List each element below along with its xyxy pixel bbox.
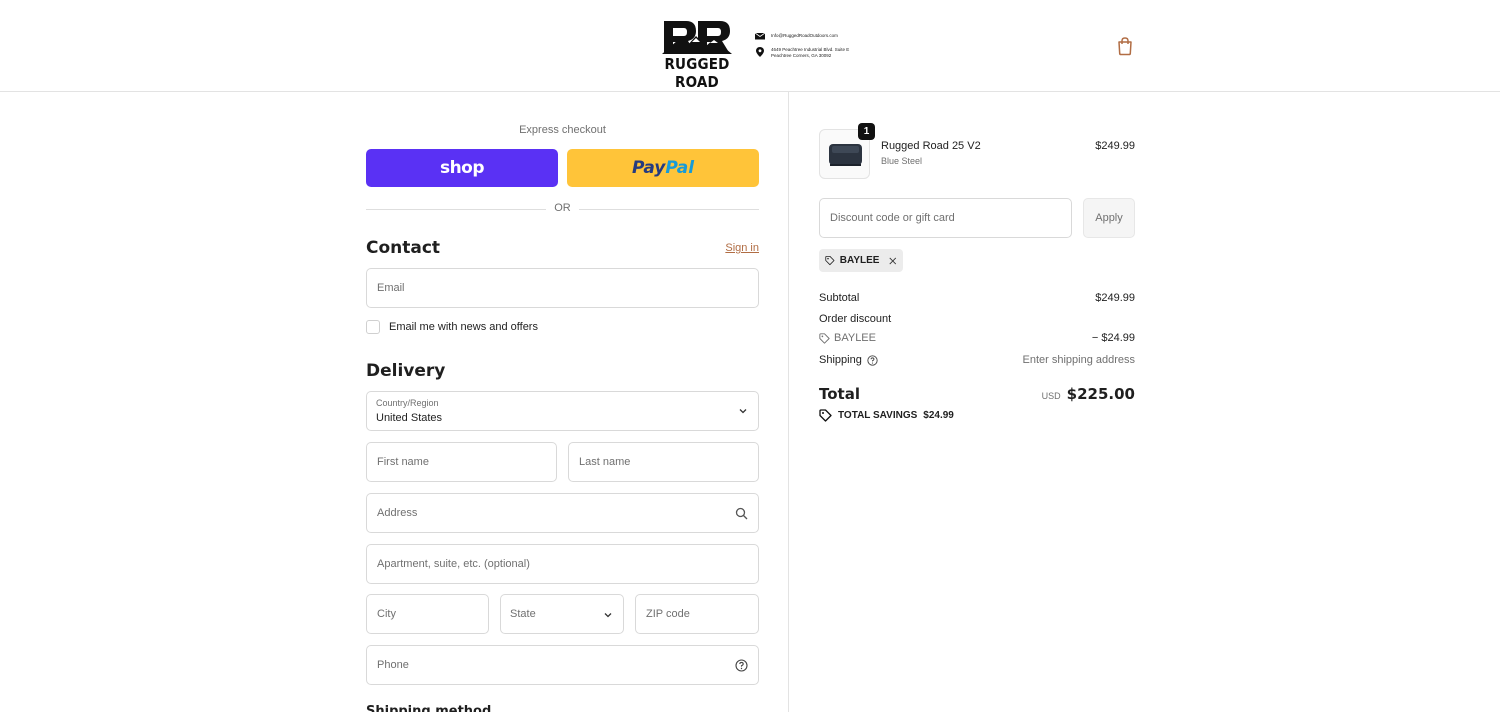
product-thumbnail: 1 [819, 123, 875, 179]
product-name: Rugged Road 25 V2 [881, 140, 981, 152]
first-name-field[interactable] [366, 442, 557, 482]
paypal-label-pay: Pay [631, 158, 666, 178]
discount-code-row: BAYLEE − $24.99 [819, 332, 1135, 344]
savings-value: $24.99 [923, 410, 954, 421]
express-checkout-title: Express checkout [519, 124, 606, 136]
shop-pay-button[interactable]: shop [366, 149, 558, 187]
zip-field[interactable] [635, 594, 759, 634]
paypal-label-pal: Pal [665, 158, 695, 178]
newsletter-option[interactable]: Email me with news and offers [366, 320, 538, 334]
header-email: Info@RuggedRoadOutdoors.com [771, 33, 838, 38]
total-label: Total [819, 385, 860, 403]
product-variant: Blue Steel [881, 156, 923, 166]
paypal-button[interactable]: Pay Pal [567, 149, 759, 187]
address-input[interactable] [367, 494, 758, 532]
apartment-input[interactable] [367, 545, 758, 583]
brand-name: RUGGED ROAD [664, 55, 730, 91]
phone-input[interactable] [367, 646, 758, 684]
column-divider [788, 92, 789, 712]
order-discount-row: Order discount [819, 313, 1135, 325]
country-label: Country/Region [376, 398, 439, 408]
sign-in-link[interactable]: Sign in [725, 242, 759, 254]
envelope-icon [755, 32, 765, 40]
email-input[interactable] [367, 269, 758, 307]
country-select[interactable]: Country/Region United States [366, 391, 759, 431]
state-placeholder: State [510, 608, 536, 620]
subtotal-row: Subtotal $249.99 [819, 292, 1135, 304]
product-price: $249.99 [1095, 140, 1135, 152]
total-currency: USD [1041, 391, 1061, 401]
address-field[interactable] [366, 493, 759, 533]
tag-icon [819, 409, 832, 422]
last-name-input[interactable] [569, 443, 758, 481]
discount-code-label: BAYLEE [834, 332, 876, 344]
state-select[interactable]: State [500, 594, 624, 634]
apartment-field[interactable] [366, 544, 759, 584]
shipping-value: Enter shipping address [1022, 354, 1135, 366]
subtotal-value: $249.99 [1095, 292, 1135, 304]
close-icon[interactable] [889, 256, 897, 266]
delivery-title: Delivery [366, 361, 446, 381]
zip-input[interactable] [636, 595, 758, 633]
applied-discount-chip: BAYLEE [819, 249, 903, 272]
search-icon [735, 507, 748, 520]
email-field[interactable] [366, 268, 759, 308]
logo-rr-mark [662, 21, 732, 54]
applied-discount-code: BAYLEE [839, 255, 880, 266]
help-circle-icon[interactable] [867, 354, 878, 366]
shipping-label: Shipping [819, 354, 862, 366]
shipping-row: Shipping Enter shipping address [819, 354, 1135, 366]
contact-title: Contact [366, 238, 441, 258]
apply-button[interactable]: Apply [1083, 198, 1135, 238]
first-name-input[interactable] [367, 443, 556, 481]
discount-field[interactable] [819, 198, 1072, 238]
header-contact-info: Info@RuggedRoadOutdoors.com 4649 Peachtr… [755, 31, 849, 65]
chevron-down-icon [604, 613, 612, 618]
newsletter-checkbox[interactable] [366, 320, 380, 334]
quantity-badge: 1 [858, 123, 875, 140]
total-value: $225.00 [1066, 385, 1135, 403]
help-circle-icon[interactable] [735, 659, 748, 672]
city-input[interactable] [367, 595, 488, 633]
total-savings: TOTAL SAVINGS $24.99 [819, 409, 954, 422]
last-name-field[interactable] [568, 442, 759, 482]
savings-label: TOTAL SAVINGS [838, 410, 918, 421]
newsletter-label: Email me with news and offers [389, 321, 538, 333]
subtotal-label: Subtotal [819, 292, 860, 304]
header-address-line2: Peachtree Corners, GA 30092 [771, 53, 832, 58]
country-value: United States [376, 412, 443, 424]
order-discount-label: Order discount [819, 313, 892, 325]
shopping-bag-icon[interactable] [1115, 36, 1135, 56]
shop-pay-label: shop [439, 158, 485, 178]
discount-input[interactable] [820, 199, 1071, 237]
brand-logo[interactable]: RUGGED ROAD [648, 18, 746, 91]
chevron-down-icon [739, 409, 747, 414]
or-divider: OR [366, 202, 759, 216]
city-field[interactable] [366, 594, 489, 634]
tag-icon [825, 255, 835, 266]
phone-field[interactable] [366, 645, 759, 685]
discount-value: − $24.99 [1091, 332, 1135, 344]
location-pin-icon [756, 47, 764, 57]
total-amount: USD $225.00 [1042, 385, 1135, 403]
tag-icon [819, 332, 830, 344]
or-label: OR [554, 202, 571, 214]
header: RUGGED ROAD Info@RuggedRoadOutdoors.com … [0, 0, 1500, 92]
shipping-method-title: Shipping method [366, 704, 492, 712]
